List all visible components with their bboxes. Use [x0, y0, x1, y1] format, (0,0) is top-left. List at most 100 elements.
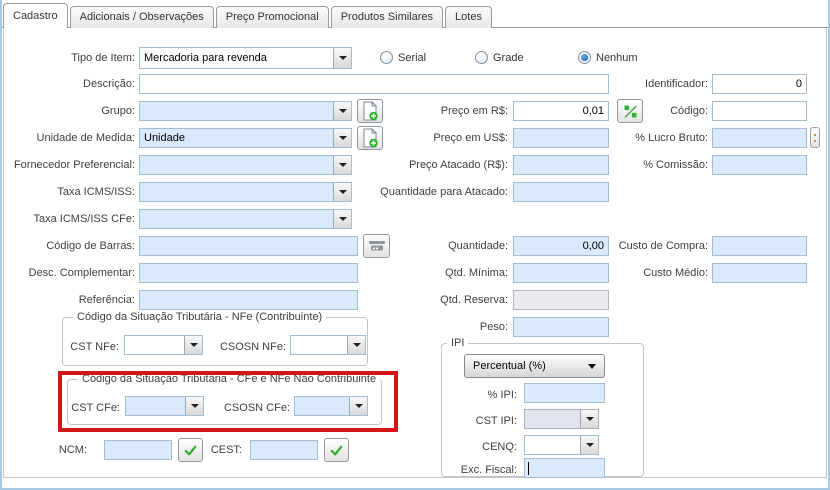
- radio-nenhum-label: Nenhum: [596, 51, 638, 65]
- taxa-icms-iss-select[interactable]: [139, 182, 352, 202]
- unidade-de-medida-select[interactable]: Unidade: [139, 128, 352, 148]
- custo-medio-input[interactable]: [712, 263, 807, 283]
- ipi-percent-input[interactable]: [524, 383, 605, 403]
- cst-cfe-label: CST CFe:: [68, 398, 120, 418]
- chevron-down-icon[interactable]: [185, 397, 203, 415]
- codigo-input[interactable]: [712, 101, 807, 121]
- cest-validate-button[interactable]: [324, 438, 349, 462]
- chevron-down-icon[interactable]: [347, 336, 365, 354]
- product-registration-window: Cadastro Adicionais / Observações Preço …: [0, 0, 830, 490]
- codigo-de-barras-input[interactable]: [139, 236, 358, 256]
- tipo-de-item-select[interactable]: Mercadoria para revenda: [139, 47, 352, 69]
- chevron-down-icon[interactable]: [580, 436, 598, 454]
- ipi-mode-select[interactable]: Percentual (%): [464, 354, 605, 378]
- codigo-de-barras-label: Código de Barras:: [0, 236, 135, 256]
- desc-complementar-input[interactable]: [139, 263, 358, 283]
- exc-fiscal-label: Exc. Fiscal:: [447, 460, 517, 480]
- unidade-de-medida-label: Unidade de Medida:: [0, 128, 135, 148]
- radio-nenhum[interactable]: [578, 51, 591, 64]
- referencia-input[interactable]: [139, 290, 358, 310]
- nfe-contribuinte-group: Código da Situação Tributária - NFe (Con…: [62, 317, 368, 366]
- lucro-bruto-label: % Lucro Bruto:: [575, 128, 708, 148]
- exc-fiscal-input[interactable]: [524, 458, 605, 478]
- custo-compra-input[interactable]: [712, 236, 807, 256]
- cenq-label: CENQ:: [447, 437, 517, 457]
- tab-produtos-similares[interactable]: Produtos Similares: [331, 6, 443, 28]
- chevron-down-icon[interactable]: [333, 210, 351, 228]
- tab-cadastro[interactable]: Cadastro: [3, 3, 68, 28]
- csosn-nfe-select[interactable]: [290, 335, 366, 355]
- qtd-reserva-input: [513, 290, 609, 310]
- fornecedor-preferencial-select[interactable]: [139, 155, 352, 175]
- referencia-label: Referência:: [0, 290, 135, 310]
- comissao-label: % Comissão:: [575, 155, 708, 175]
- chevron-down-icon[interactable]: [349, 397, 367, 415]
- tab-lotes[interactable]: Lotes: [445, 6, 492, 28]
- lucro-bruto-expand-button[interactable]: [810, 127, 820, 148]
- taxa-icms-iss-cfe-select[interactable]: [139, 209, 352, 229]
- ncm-input[interactable]: [104, 440, 172, 460]
- quantidade-label: Quantidade:: [330, 236, 508, 256]
- grip-dots-icon: [814, 134, 816, 136]
- cst-nfe-label: CST NFe:: [67, 337, 119, 357]
- chevron-down-icon[interactable]: [580, 410, 598, 428]
- chevron-down-icon[interactable]: [184, 336, 202, 354]
- tab-bar: Cadastro Adicionais / Observações Preço …: [3, 4, 494, 28]
- grupo-label: Grupo:: [0, 101, 135, 121]
- identificador-label: Identificador:: [575, 74, 708, 94]
- tipo-de-item-value: Mercadoria para revenda: [144, 52, 267, 64]
- cst-ipi-label: CST IPI:: [447, 411, 517, 431]
- comissao-input[interactable]: [712, 155, 807, 175]
- desc-complementar-label: Desc. Complementar:: [0, 263, 135, 283]
- chevron-down-icon[interactable]: [333, 48, 351, 68]
- taxa-icms-iss-label: Taxa ICMS/ISS:: [0, 182, 135, 202]
- cst-ipi-select[interactable]: [524, 409, 599, 429]
- cenq-select[interactable]: [524, 435, 599, 455]
- cst-cfe-select[interactable]: [125, 396, 204, 416]
- nfe-contribuinte-group-title: Código da Situação Tributária - NFe (Con…: [73, 310, 326, 324]
- radio-serial[interactable]: [380, 51, 393, 64]
- ncm-label: NCM:: [40, 440, 87, 460]
- qtd-atacado-label: Quantidade para Atacado:: [330, 182, 508, 202]
- descricao-input[interactable]: [139, 74, 609, 94]
- tipo-de-item-label: Tipo de Item:: [0, 48, 135, 68]
- grupo-select[interactable]: [139, 101, 352, 121]
- preco-atacado-label: Preço Atacado (R$):: [330, 155, 508, 175]
- peso-input[interactable]: [513, 317, 609, 337]
- cfe-nao-contribuinte-group: Código da Situação Tributária - CFe e NF…: [67, 379, 382, 425]
- csosn-cfe-select[interactable]: [294, 396, 368, 416]
- qtd-atacado-input[interactable]: [513, 182, 609, 202]
- qtd-reserva-label: Qtd. Reserva:: [330, 290, 508, 310]
- radio-grade-label: Grade: [493, 51, 524, 65]
- cest-input[interactable]: [250, 440, 318, 460]
- taxa-icms-iss-cfe-label: Taxa ICMS/ISS CFe:: [0, 209, 135, 229]
- text-cursor: [528, 462, 529, 475]
- preco-rs-label: Preço em R$:: [330, 101, 508, 121]
- radio-grade[interactable]: [475, 51, 488, 64]
- csosn-nfe-label: CSOSN NFe:: [211, 337, 286, 357]
- check-icon: [329, 443, 344, 458]
- csosn-cfe-label: CSOSN CFe:: [214, 398, 290, 418]
- tab-preco-promocional[interactable]: Preço Promocional: [216, 6, 329, 28]
- identificador-input[interactable]: 0: [712, 74, 807, 94]
- chevron-down-icon: [588, 364, 596, 369]
- radio-selected-dot: [581, 54, 588, 61]
- ipi-percent-label: % IPI:: [447, 385, 517, 405]
- custo-medio-label: Custo Médio:: [575, 263, 708, 283]
- ipi-group: IPI Percentual (%) % IPI: CST IPI: CENQ:…: [441, 343, 644, 477]
- cst-nfe-select[interactable]: [124, 335, 203, 355]
- unidade-de-medida-value: Unidade: [144, 132, 185, 144]
- radio-serial-label: Serial: [398, 51, 426, 65]
- qtd-minima-label: Qtd. Mínima:: [330, 263, 508, 283]
- custo-compra-label: Custo de Compra:: [575, 236, 708, 256]
- cfe-nao-contribuinte-group-title: Código da Situação Tributária - CFe e NF…: [78, 372, 380, 386]
- cest-label: CEST:: [182, 440, 242, 460]
- ipi-group-title: IPI: [447, 336, 468, 350]
- descricao-label: Descrição:: [0, 74, 135, 94]
- fornecedor-preferencial-label: Fornecedor Preferencial:: [0, 155, 135, 175]
- preco-uss-label: Preço em US$:: [330, 128, 508, 148]
- lucro-bruto-input[interactable]: [712, 128, 807, 148]
- ipi-mode-value: Percentual (%): [473, 360, 546, 372]
- tab-adicionais-observacoes[interactable]: Adicionais / Observações: [70, 6, 214, 28]
- page-border-right: [826, 28, 827, 477]
